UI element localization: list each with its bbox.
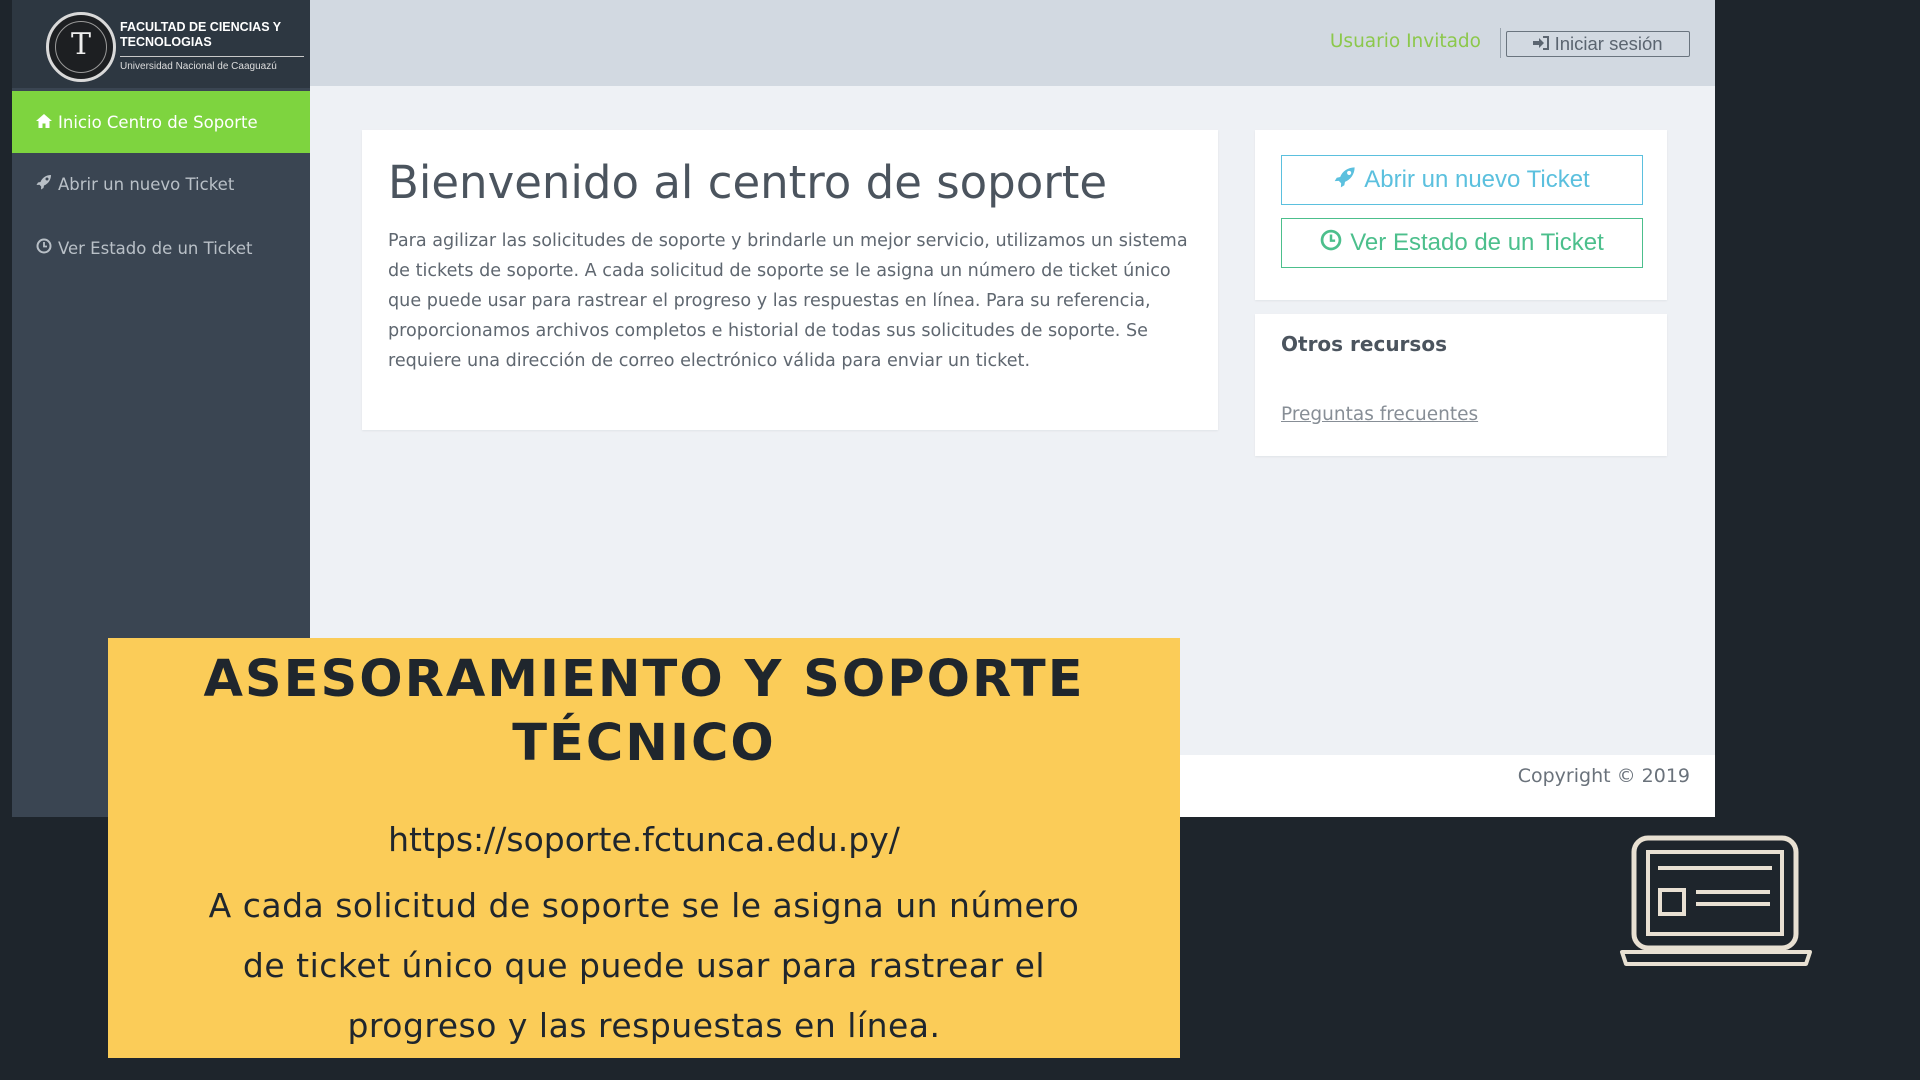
ticket-actions-card: Abrir un nuevo Ticket Ver Estado de un T… (1255, 130, 1667, 300)
info-banner: ASESORAMIENTO Y SOPORTE TÉCNICO https://… (108, 638, 1180, 1058)
sidebar-item-label: Inicio Centro de Soporte (58, 112, 258, 132)
clock-icon (36, 238, 58, 258)
login-label: Iniciar sesión (1554, 33, 1663, 54)
banner-title: ASESORAMIENTO Y SOPORTE TÉCNICO (203, 650, 1085, 773)
open-ticket-label: Abrir un nuevo Ticket (1364, 166, 1590, 193)
ticket-status-label: Ver Estado de un Ticket (1350, 229, 1604, 256)
ticket-status-button[interactable]: Ver Estado de un Ticket (1281, 218, 1643, 268)
faculty-logo[interactable]: T Facultad de Ciencias y Tecnologias Uni… (12, 0, 310, 88)
sidebar-item-label: Abrir un nuevo Ticket (58, 174, 235, 194)
sign-in-icon (1533, 33, 1554, 54)
guest-user-label: Usuario Invitado (1329, 31, 1481, 52)
page-title: Bienvenido al centro de soporte (388, 156, 1108, 209)
navbar-divider (1500, 28, 1501, 58)
copyright-text: Copyright © 2019 (1517, 765, 1690, 787)
laptop-icon (1616, 832, 1816, 972)
home-icon (36, 113, 58, 132)
rocket-icon (1334, 166, 1356, 195)
banner-text: A cada solicitud de soporte se le asigna… (208, 886, 1080, 1045)
sidebar-item-home[interactable]: Inicio Centro de Soporte (12, 91, 310, 153)
welcome-text: Para agilizar las solicitudes de soporte… (388, 231, 1188, 371)
sidebar-item-ticket-status[interactable]: Ver Estado de un Ticket (12, 217, 310, 279)
rocket-icon (36, 174, 58, 194)
resources-title: Otros recursos (1281, 332, 1447, 356)
sidebar-item-label: Ver Estado de un Ticket (58, 238, 253, 258)
faculty-seal-icon: T (46, 12, 116, 82)
resources-card: Otros recursos Preguntas frecuentes (1255, 314, 1667, 456)
faq-link[interactable]: Preguntas frecuentes (1281, 404, 1478, 425)
top-navbar: Usuario Invitado Iniciar sesión (310, 0, 1715, 86)
open-ticket-button[interactable]: Abrir un nuevo Ticket (1281, 155, 1643, 205)
sidebar-item-open-ticket[interactable]: Abrir un nuevo Ticket (12, 153, 310, 215)
logo-title: Facultad de Ciencias y Tecnologias (120, 20, 281, 49)
login-button[interactable]: Iniciar sesión (1506, 31, 1690, 57)
welcome-card: Bienvenido al centro de soporte Para agi… (362, 130, 1218, 430)
clock-icon (1320, 229, 1342, 258)
logo-subtitle: Universidad Nacional de Caaguazú (120, 56, 304, 72)
support-url: https://soporte.fctunca.edu.py/ (388, 820, 900, 859)
